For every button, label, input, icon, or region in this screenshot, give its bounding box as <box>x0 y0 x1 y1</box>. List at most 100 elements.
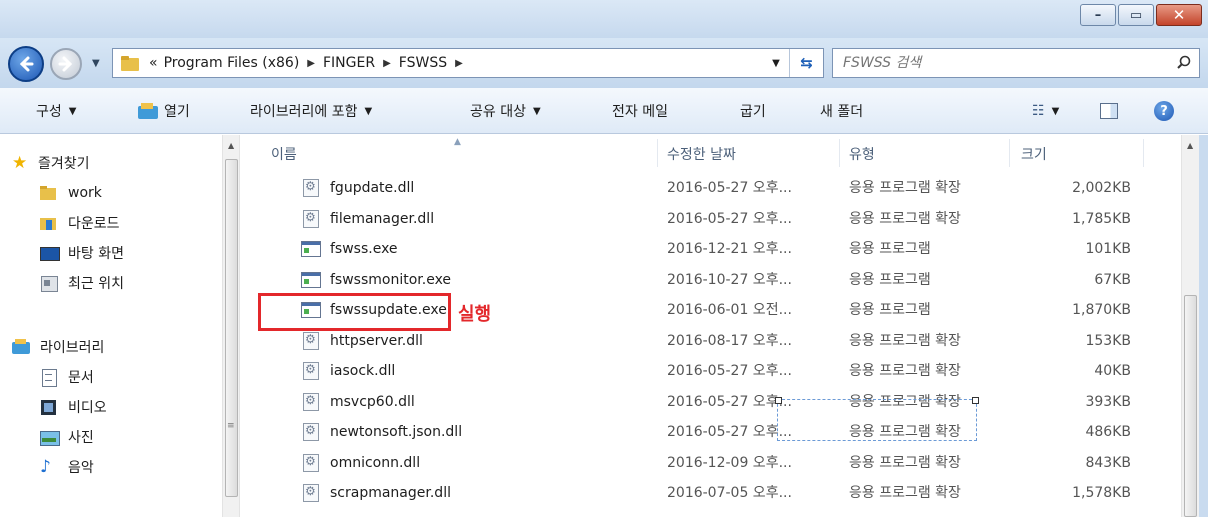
minimize-icon: – <box>1094 7 1102 23</box>
file-name-cell[interactable]: omniconn.dll <box>301 448 420 478</box>
nav-item-documents[interactable]: 문서 <box>40 365 94 389</box>
breadcrumb-item[interactable]: Program Files (x86) <box>164 55 300 71</box>
column-header-name[interactable]: 이름 <box>271 135 297 173</box>
forward-button[interactable] <box>50 48 82 80</box>
column-divider[interactable] <box>1009 139 1010 167</box>
search-input[interactable] <box>843 50 1169 76</box>
file-name-cell[interactable]: fgupdate.dll <box>301 173 414 203</box>
column-divider[interactable] <box>657 139 658 167</box>
file-name-cell[interactable]: fswss.exe <box>301 234 398 264</box>
breadcrumb-overflow[interactable]: « <box>149 55 158 71</box>
nav-item-recent[interactable]: 최근 위치 <box>40 271 124 295</box>
organize-button[interactable]: 구성 ▼ <box>36 88 76 134</box>
breadcrumb-separator-icon[interactable]: ▶ <box>383 58 391 69</box>
include-in-library-button[interactable]: 라이브러리에 포함 ▼ <box>250 88 372 134</box>
column-header-type[interactable]: 유형 <box>849 135 875 173</box>
scroll-up-icon[interactable]: ▲ <box>1187 141 1193 150</box>
file-size: 486KB <box>1085 424 1131 440</box>
breadcrumb-separator-icon[interactable]: ▶ <box>455 58 463 69</box>
breadcrumb-separator-icon[interactable]: ▶ <box>307 58 315 69</box>
nav-item-music[interactable]: ♪ 음악 <box>40 455 94 479</box>
file-name-cell[interactable]: scrapmanager.dll <box>301 478 451 508</box>
file-name-cell[interactable]: newtonsoft.json.dll <box>301 417 462 447</box>
dll-file-icon <box>303 209 319 228</box>
file-name: omniconn.dll <box>330 454 421 471</box>
column-divider[interactable] <box>839 139 840 167</box>
file-name-cell[interactable]: msvcp60.dll <box>301 387 415 417</box>
splitter-grip-icon[interactable]: ≡ <box>227 421 235 431</box>
nav-item-downloads[interactable]: 다운로드 <box>40 211 120 235</box>
file-row[interactable]: omniconn.dll 2016-12-09 오후... 응용 프로그램 확장 84… <box>241 448 1181 478</box>
file-type: 응용 프로그램 확장 <box>849 332 961 349</box>
nav-item-work[interactable]: work <box>40 181 102 205</box>
file-size: 67KB <box>1094 271 1131 288</box>
file-name-cell[interactable]: fswssmonitor.exe <box>301 265 451 295</box>
file-row[interactable]: fgupdate.dll 2016-05-27 오후... 응용 프로그램 확장 2,… <box>241 173 1181 203</box>
file-row[interactable]: newtonsoft.json.dll2016-05-27 오후...응용 프로… <box>241 417 1181 447</box>
column-divider[interactable] <box>1143 139 1144 167</box>
address-row: ▼ « Program Files (x86) ▶ FINGER ▶ FSWSS… <box>0 38 1208 88</box>
column-header-size[interactable]: 크기 <box>1021 135 1047 173</box>
file-type: 응용 프로그램 확장 <box>849 180 961 196</box>
file-date: 2016-06-01 오전... <box>667 302 792 318</box>
open-button[interactable]: 열기 <box>138 88 190 134</box>
nav-libraries[interactable]: 라이브러리 <box>12 335 104 359</box>
dll-file-icon <box>303 453 319 472</box>
address-bar[interactable]: « Program Files (x86) ▶ FINGER ▶ FSWSS ▶… <box>112 48 824 78</box>
file-list-scrollbar[interactable]: ▲ <box>1181 135 1199 517</box>
file-row[interactable]: fswssmonitor.exe 2016-10-27 오후... 응용 프로그램 6… <box>241 265 1181 295</box>
file-name-cell[interactable]: iasock.dll <box>301 356 395 386</box>
file-type: 응용 프로그램 <box>849 241 931 257</box>
star-icon: ★ <box>12 153 28 173</box>
share-with-button[interactable]: 공유 대상 ▼ <box>470 88 541 134</box>
dll-file-icon <box>303 484 319 502</box>
file-row[interactable]: filemanager.dll 2016-05-27 오후... 응용 프로그램 확… <box>241 204 1181 234</box>
history-dropdown-icon[interactable]: ▼ <box>92 58 100 69</box>
file-name: httpserver.dll <box>330 332 423 349</box>
file-row[interactable]: fswss.exe 2016-12-21 오후... 응용 프로그램 101KB <box>241 234 1181 264</box>
refresh-button[interactable]: ⇆ <box>789 49 823 77</box>
nav-favorites[interactable]: ★ 즐겨찾기 <box>12 151 90 175</box>
chevron-down-icon: ▼ <box>532 105 541 117</box>
file-row[interactable]: msvcp60.dll2016-05-27 오후...응용 프로그램 확장393… <box>241 387 1181 417</box>
search-icon[interactable] <box>1169 55 1199 71</box>
nav-item-pictures[interactable]: 사진 <box>40 425 94 449</box>
file-row[interactable]: scrapmanager.dll 2016-07-05 오후... 응용 프로그램 … <box>241 478 1181 508</box>
email-label: 전자 메일 <box>612 104 668 120</box>
close-button[interactable]: ✕ <box>1156 4 1202 26</box>
file-name-cell[interactable]: filemanager.dll <box>301 204 434 234</box>
maximize-button[interactable]: ▭ <box>1118 4 1154 26</box>
new-folder-label: 새 폴더 <box>820 104 864 120</box>
window-controls: – ▭ ✕ <box>1080 4 1202 26</box>
file-row[interactable]: iasock.dll 2016-05-27 오후... 응용 프로그램 확장 40KB <box>241 356 1181 386</box>
back-button[interactable] <box>8 46 44 82</box>
file-size: 1,870KB <box>1072 302 1131 318</box>
address-dropdown-icon[interactable]: ▼ <box>765 49 787 77</box>
nav-item-videos[interactable]: 비디오 <box>40 395 107 419</box>
scroll-up-icon[interactable]: ▲ <box>228 141 234 150</box>
file-size: 1,785KB <box>1072 210 1131 227</box>
scrollbar-thumb[interactable] <box>1184 295 1197 517</box>
new-folder-button[interactable]: 새 폴더 <box>820 88 863 134</box>
email-button[interactable]: 전자 메일 <box>612 88 668 134</box>
refresh-icon: ⇆ <box>800 54 813 72</box>
nav-item-desktop[interactable]: 바탕 화면 <box>40 241 124 265</box>
file-name: filemanager.dll <box>330 210 435 227</box>
preview-pane-button[interactable] <box>1100 88 1118 134</box>
highlight-box <box>258 293 451 331</box>
breadcrumb-item[interactable]: FINGER <box>323 55 375 71</box>
scrollbar-thumb[interactable] <box>225 159 238 497</box>
dll-file-icon <box>303 362 319 380</box>
arrow-right-icon <box>58 56 73 72</box>
organize-label: 구성 <box>36 104 62 120</box>
file-date: 2016-08-17 오후... <box>667 332 792 349</box>
burn-button[interactable]: 굽기 <box>740 88 766 134</box>
view-options-button[interactable]: ☷ ▼ <box>1032 88 1059 134</box>
column-header-date[interactable]: 수정한 날짜 <box>667 135 736 173</box>
minimize-button[interactable]: – <box>1080 4 1116 26</box>
help-button[interactable]: ? <box>1154 88 1174 134</box>
breadcrumb-item[interactable]: FSWSS <box>399 55 447 71</box>
nav-scrollbar[interactable]: ▲ ≡ <box>222 135 240 517</box>
folder-icon <box>121 55 139 71</box>
window-border <box>1199 135 1208 517</box>
